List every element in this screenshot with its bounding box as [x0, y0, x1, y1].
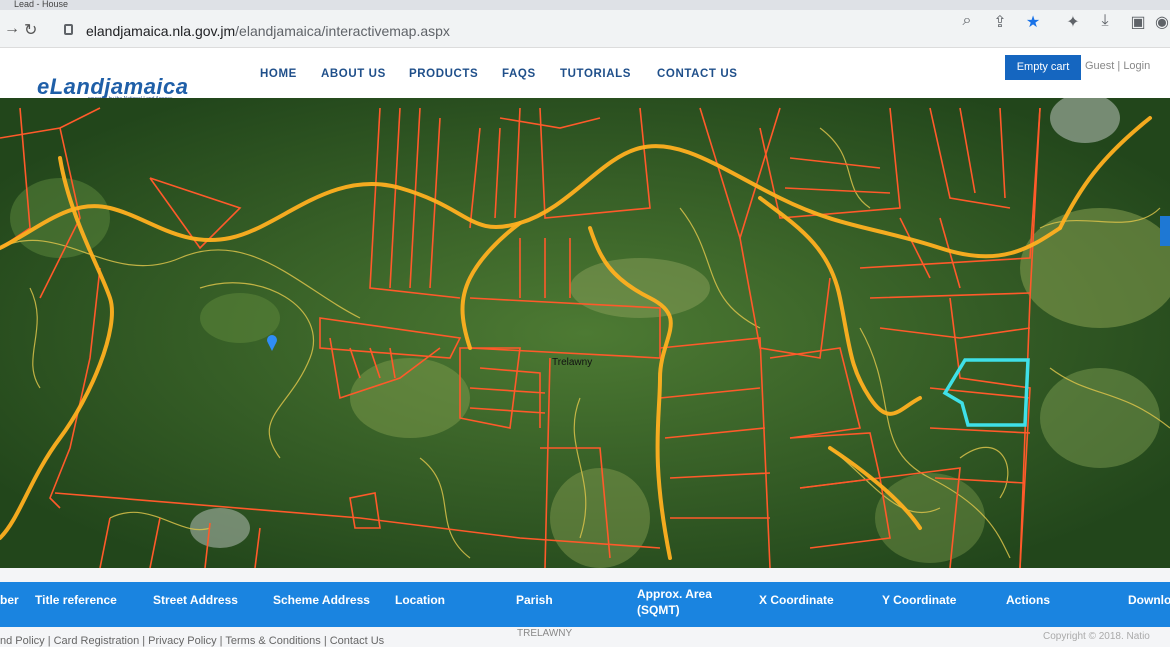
results-grid: ber Title reference Street Address Schem… — [0, 568, 1170, 647]
share-icon[interactable]: ⇪ — [990, 12, 1010, 32]
empty-cart-button[interactable]: Empty cart — [1005, 55, 1081, 80]
nav-contact-us[interactable]: CONTACT US — [657, 68, 738, 80]
col-location[interactable]: Location — [395, 593, 445, 607]
bookmark-star-icon[interactable]: ★ — [1023, 12, 1043, 32]
lock-icon — [64, 24, 73, 35]
col-title-reference[interactable]: Title reference — [35, 593, 117, 607]
profile-icon[interactable]: ◉ — [1152, 12, 1170, 32]
interactive-map[interactable]: Trelawny — [0, 98, 1170, 568]
col-parish[interactable]: Parish — [516, 593, 553, 607]
col-number[interactable]: ber — [0, 593, 19, 607]
parish-label: Trelawny — [552, 357, 592, 368]
reload-icon[interactable]: ↻ — [24, 20, 37, 40]
nav-about-us[interactable]: ABOUT US — [321, 68, 386, 80]
back-icon[interactable]: → — [4, 20, 20, 38]
browser-tab[interactable]: Lead - House — [14, 0, 68, 10]
tab-strip: Lead - House — [0, 0, 1170, 10]
col-scheme-address[interactable]: Scheme Address — [273, 593, 370, 607]
nav-products[interactable]: PRODUCTS — [409, 68, 478, 80]
nav-faqs[interactable]: FAQS — [502, 68, 536, 80]
address-bar[interactable]: elandjamaica.nla.gov.jm/elandjamaica/int… — [50, 17, 930, 45]
map-canvas[interactable]: Trelawny — [0, 98, 1170, 568]
col-street-address[interactable]: Street Address — [153, 593, 238, 607]
col-approx-area[interactable]: Approx. Area (SQMT) — [637, 586, 727, 618]
grid-header: ber Title reference Street Address Schem… — [0, 582, 1170, 627]
col-actions[interactable]: Actions — [1006, 593, 1050, 607]
nav-home[interactable]: HOME — [260, 68, 297, 80]
col-y-coordinate[interactable]: Y Coordinate — [882, 593, 956, 607]
browser-chrome: Lead - House → ↻ elandjamaica.nla.gov.jm… — [0, 0, 1170, 48]
nav-tutorials[interactable]: TUTORIALS — [560, 68, 631, 80]
zoom-icon[interactable]: ⌕ — [957, 12, 977, 30]
row-parish-cell: TRELAWNY — [517, 628, 573, 639]
extensions-icon[interactable]: ✦ — [1063, 12, 1083, 32]
map-panel-toggle[interactable] — [1160, 216, 1170, 246]
col-download[interactable]: Downlo — [1128, 593, 1170, 607]
url-text: elandjamaica.nla.gov.jm/elandjamaica/int… — [86, 23, 450, 39]
copyright-text: Copyright © 2018. Natio — [1043, 631, 1150, 642]
sidepanel-icon[interactable]: ▣ — [1128, 12, 1148, 32]
download-icon[interactable]: ⤓ — [1095, 12, 1115, 30]
col-x-coordinate[interactable]: X Coordinate — [759, 593, 834, 607]
guest-login-link[interactable]: Guest | Login — [1085, 60, 1150, 72]
footer-links[interactable]: nd Policy | Card Registration | Privacy … — [0, 635, 384, 647]
